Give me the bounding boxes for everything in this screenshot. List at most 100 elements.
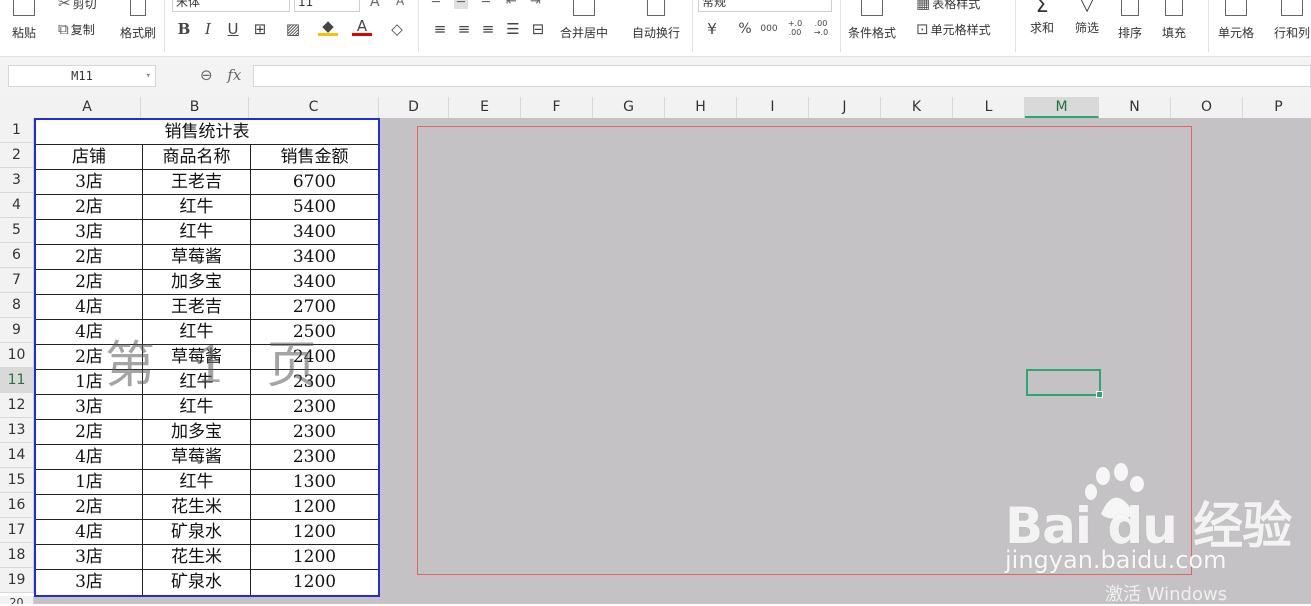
row-header-11[interactable]: 11	[0, 368, 34, 393]
header-product[interactable]: 商品名称	[143, 145, 251, 169]
percent-button[interactable]: %	[735, 19, 755, 39]
header-store[interactable]: 店铺	[36, 145, 143, 169]
cell-store[interactable]: 3店	[36, 220, 143, 244]
cell-sales[interactable]: 2300	[251, 420, 378, 444]
cell-store[interactable]: 2店	[36, 495, 143, 519]
font-size-select[interactable]: 11	[294, 0, 360, 12]
increase-decimal-button[interactable]: +.0 .00	[784, 19, 806, 37]
cell-store[interactable]: 3店	[36, 170, 143, 194]
cell-product[interactable]: 红牛	[143, 395, 251, 419]
cell-store[interactable]: 2店	[36, 345, 143, 369]
font-name-select[interactable]: 宋体	[172, 0, 290, 12]
cell-sales[interactable]: 1200	[251, 495, 378, 519]
cell-product[interactable]: 矿泉水	[143, 570, 251, 595]
cell-store[interactable]: 2店	[36, 245, 143, 269]
cell-store[interactable]: 2店	[36, 195, 143, 219]
cell-store[interactable]: 4店	[36, 445, 143, 469]
cell-sales[interactable]: 6700	[251, 170, 378, 194]
paste-button[interactable]: 粘贴	[12, 0, 36, 56]
formula-input[interactable]	[253, 65, 1311, 87]
row-header-12[interactable]: 12	[0, 393, 34, 418]
row-header-10[interactable]: 10	[0, 343, 34, 368]
column-header-k[interactable]: K	[881, 97, 953, 118]
cell-sales[interactable]: 2300	[251, 445, 378, 469]
row-header-16[interactable]: 16	[0, 493, 34, 518]
cell-product[interactable]: 加多宝	[143, 270, 251, 294]
cell-store[interactable]: 2店	[36, 420, 143, 444]
currency-button[interactable]: ¥	[702, 19, 722, 39]
sum-button[interactable]: Σ 求和	[1030, 0, 1054, 56]
cell-product[interactable]: 红牛	[143, 220, 251, 244]
cell-sales[interactable]: 2300	[251, 395, 378, 419]
italic-button[interactable]: I	[198, 19, 218, 39]
row-header-2[interactable]: 2	[0, 143, 34, 168]
fill-pattern-icon[interactable]: ▨	[283, 19, 303, 39]
row-header-5[interactable]: 5	[0, 218, 34, 243]
row-header-20[interactable]: 20	[0, 596, 34, 604]
cell-product[interactable]: 王老吉	[143, 170, 251, 194]
column-header-d[interactable]: D	[379, 97, 449, 118]
cell-product[interactable]: 红牛	[143, 470, 251, 494]
cell-style-button[interactable]: ⊡ 单元格样式	[916, 21, 991, 38]
row-header-17[interactable]: 17	[0, 518, 34, 543]
font-grow-button[interactable]: A	[370, 0, 380, 10]
cell-product[interactable]: 草莓酱	[143, 245, 251, 269]
cut-button[interactable]: ✂ 剪切	[58, 0, 97, 12]
conditional-format-button[interactable]: 条件格式	[848, 0, 896, 56]
copy-button[interactable]: ⧉ 复制	[58, 21, 95, 38]
row-header-19[interactable]: 19	[0, 568, 34, 593]
clear-format-icon[interactable]: ◇	[387, 19, 407, 39]
cell-sales[interactable]: 1300	[251, 470, 378, 494]
cell-store[interactable]: 1店	[36, 470, 143, 494]
cell-sales[interactable]: 2300	[251, 370, 378, 394]
name-box[interactable]: M11 ▾	[8, 65, 156, 87]
cell-store[interactable]: 3店	[36, 395, 143, 419]
column-header-c[interactable]: C	[249, 97, 379, 118]
chevron-down-icon[interactable]: ▾	[146, 66, 151, 86]
column-header-l[interactable]: L	[953, 97, 1025, 118]
merge-center-button[interactable]: 合并居中	[560, 0, 608, 56]
cell-store[interactable]: 3店	[36, 570, 143, 595]
column-header-p[interactable]: P	[1243, 97, 1311, 118]
cell-sales[interactable]: 2700	[251, 295, 378, 319]
cell-product[interactable]: 红牛	[143, 195, 251, 219]
row-header-1[interactable]: 1	[0, 118, 34, 143]
column-header-m[interactable]: M	[1025, 97, 1099, 118]
align-right-icon[interactable]: ≡	[478, 19, 498, 39]
font-color-icon[interactable]: A	[352, 19, 372, 36]
bold-button[interactable]: B	[174, 19, 194, 39]
cell-store[interactable]: 3店	[36, 545, 143, 569]
row-header-7[interactable]: 7	[0, 268, 34, 293]
indent-decrease-icon[interactable]: ⇤	[506, 0, 517, 9]
cell-sales[interactable]: 3400	[251, 220, 378, 244]
cell-product[interactable]: 加多宝	[143, 420, 251, 444]
cell-button[interactable]: 单元格	[1218, 0, 1254, 56]
row-header-3[interactable]: 3	[0, 168, 34, 193]
row-header-4[interactable]: 4	[0, 193, 34, 218]
column-header-n[interactable]: N	[1099, 97, 1171, 118]
border-icon[interactable]: ⊞	[250, 19, 270, 39]
cell-store[interactable]: 4店	[36, 295, 143, 319]
number-format-select[interactable]: 常规	[698, 0, 832, 12]
align-center-icon[interactable]: ≡	[454, 19, 474, 39]
cell-store[interactable]: 1店	[36, 370, 143, 394]
distribute-icon[interactable]: ⊟	[528, 19, 548, 39]
cell-sales[interactable]: 5400	[251, 195, 378, 219]
filter-button[interactable]: ▽ 筛选	[1075, 0, 1099, 56]
cell-product[interactable]: 草莓酱	[143, 345, 251, 369]
column-header-j[interactable]: J	[809, 97, 881, 118]
column-header-o[interactable]: O	[1171, 97, 1243, 118]
column-header-h[interactable]: H	[665, 97, 737, 118]
cell-product[interactable]: 王老吉	[143, 295, 251, 319]
align-bottom-icon[interactable]: ═	[482, 0, 490, 9]
indent-increase-icon[interactable]: ⇥	[530, 0, 541, 9]
column-header-i[interactable]: I	[737, 97, 809, 118]
row-header-9[interactable]: 9	[0, 318, 34, 343]
decrease-decimal-button[interactable]: .00 →.0	[810, 19, 832, 37]
cell-sales[interactable]: 1200	[251, 570, 378, 595]
underline-button[interactable]: U	[223, 19, 243, 39]
cell-product[interactable]: 矿泉水	[143, 520, 251, 544]
cell-sales[interactable]: 2500	[251, 320, 378, 344]
zoom-formula-icon[interactable]: ⊖	[200, 66, 213, 84]
table-title[interactable]: 销售统计表	[36, 120, 378, 144]
